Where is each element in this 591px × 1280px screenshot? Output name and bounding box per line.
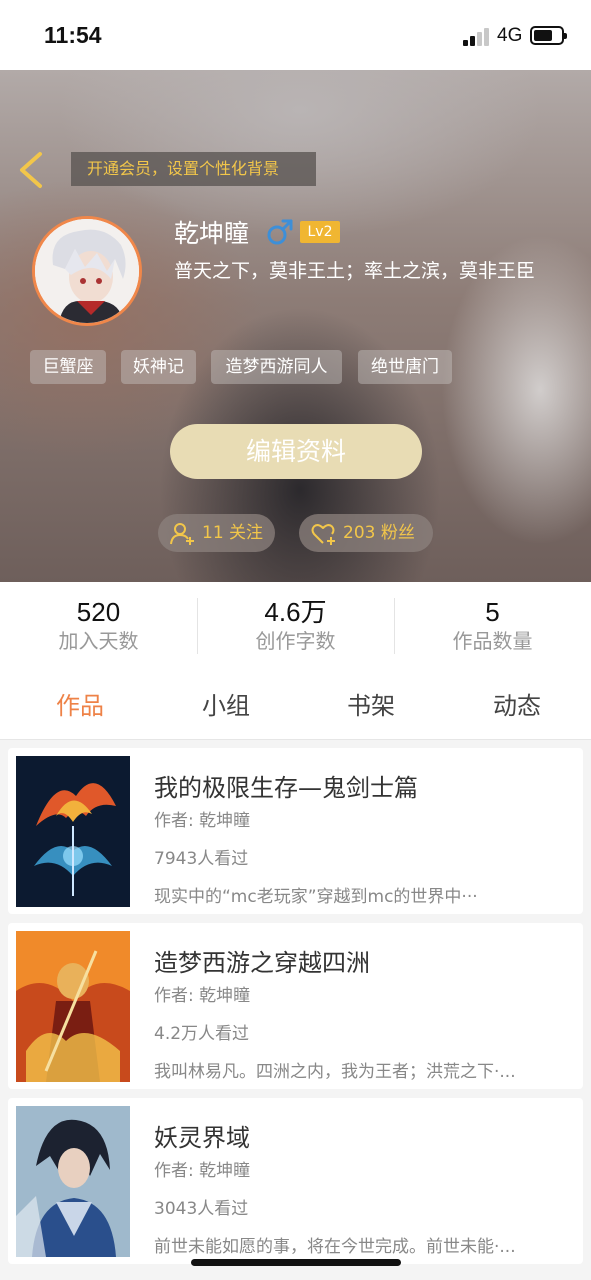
book-author: 作者: 乾坤瞳 [154, 1161, 251, 1181]
stat-days-joined: 520 加入天数 [0, 596, 197, 654]
profile-header: 开通会员，设置个性化背景 乾坤瞳 Lv2 普天之下，莫非王土；率土之滨，莫非王臣… [0, 70, 591, 582]
stat-value: 520 [76, 597, 121, 627]
user-signature: 普天之下，莫非王土；率土之滨，莫非王臣 [174, 260, 536, 282]
followers-button[interactable]: 203 粉丝 [299, 514, 433, 552]
followers-count: 203 粉丝 [343, 523, 415, 543]
book-author: 作者: 乾坤瞳 [154, 986, 251, 1006]
book-description: 我叫林易凡。四洲之内，我为王者；洪荒之下·... [154, 1062, 516, 1082]
book-cover [16, 1106, 130, 1257]
book-card[interactable]: 造梦西游之穿越四洲 作者: 乾坤瞳 4.2万人看过 我叫林易凡。四洲之内，我为王… [8, 923, 583, 1089]
following-count: 11 关注 [202, 523, 264, 543]
book-views: 3043人看过 [154, 1199, 249, 1219]
profile-tabs: 作品 小组 书架 动态 [0, 670, 591, 740]
network-label: 4G [497, 25, 523, 46]
book-author: 作者: 乾坤瞳 [154, 811, 251, 831]
book-title: 造梦西游之穿越四洲 [154, 949, 370, 977]
book-cover [16, 931, 130, 1082]
stat-label: 创作字数 [255, 629, 336, 653]
book-card[interactable]: 妖灵界域 作者: 乾坤瞳 3043人看过 前世未能如愿的事，将在今世完成。前世未… [8, 1098, 583, 1264]
level-badge: Lv2 [300, 221, 340, 243]
status-bar: 11:54 4G [0, 0, 591, 70]
status-time: 11:54 [44, 22, 102, 48]
stat-words-written: 4.6万 创作字数 [197, 596, 394, 654]
book-views: 4.2万人看过 [154, 1024, 250, 1044]
tag-fanfic[interactable]: 造梦西游同人 [211, 350, 342, 384]
stats-bar: 520 加入天数 4.6万 创作字数 5 作品数量 [0, 582, 591, 670]
back-arrow-icon[interactable] [16, 150, 46, 190]
battery-icon [530, 26, 567, 45]
stat-works-count: 5 作品数量 [394, 596, 591, 654]
tab-works[interactable]: 作品 [20, 686, 140, 721]
tab-bookshelf[interactable]: 书架 [311, 686, 431, 721]
stat-value: 4.6万 [264, 597, 327, 627]
stat-value: 5 [485, 597, 500, 627]
vip-background-banner[interactable]: 开通会员，设置个性化背景 [71, 152, 316, 186]
edit-profile-button[interactable]: 编辑资料 [170, 424, 422, 479]
tab-activity[interactable]: 动态 [457, 686, 577, 721]
stat-label: 作品数量 [452, 629, 533, 653]
tag-favorite-book-2[interactable]: 绝世唐门 [358, 350, 452, 384]
male-gender-icon [267, 219, 293, 245]
avatar[interactable] [32, 216, 142, 326]
book-views: 7943人看过 [154, 849, 249, 869]
book-description: 现实中的“mc老玩家”穿越到mc的世界中··· [154, 887, 478, 907]
book-card[interactable]: 我的极限生存—鬼剑士篇 作者: 乾坤瞳 7943人看过 现实中的“mc老玩家”穿… [8, 748, 583, 914]
stat-label: 加入天数 [58, 629, 139, 653]
signal-icon [463, 28, 491, 46]
tag-zodiac[interactable]: 巨蟹座 [30, 350, 106, 384]
following-button[interactable]: 11 关注 [158, 514, 275, 552]
tag-favorite-book[interactable]: 妖神记 [121, 350, 196, 384]
tab-groups[interactable]: 小组 [166, 686, 286, 721]
add-user-icon [170, 523, 194, 545]
book-cover [16, 756, 130, 907]
book-title: 我的极限生存—鬼剑士篇 [154, 774, 418, 802]
book-description: 前世未能如愿的事，将在今世完成。前世未能·... [154, 1237, 516, 1257]
heart-plus-icon [311, 524, 335, 545]
book-title: 妖灵界域 [154, 1124, 250, 1152]
user-name: 乾坤瞳 [174, 219, 250, 248]
home-indicator[interactable] [191, 1259, 401, 1266]
